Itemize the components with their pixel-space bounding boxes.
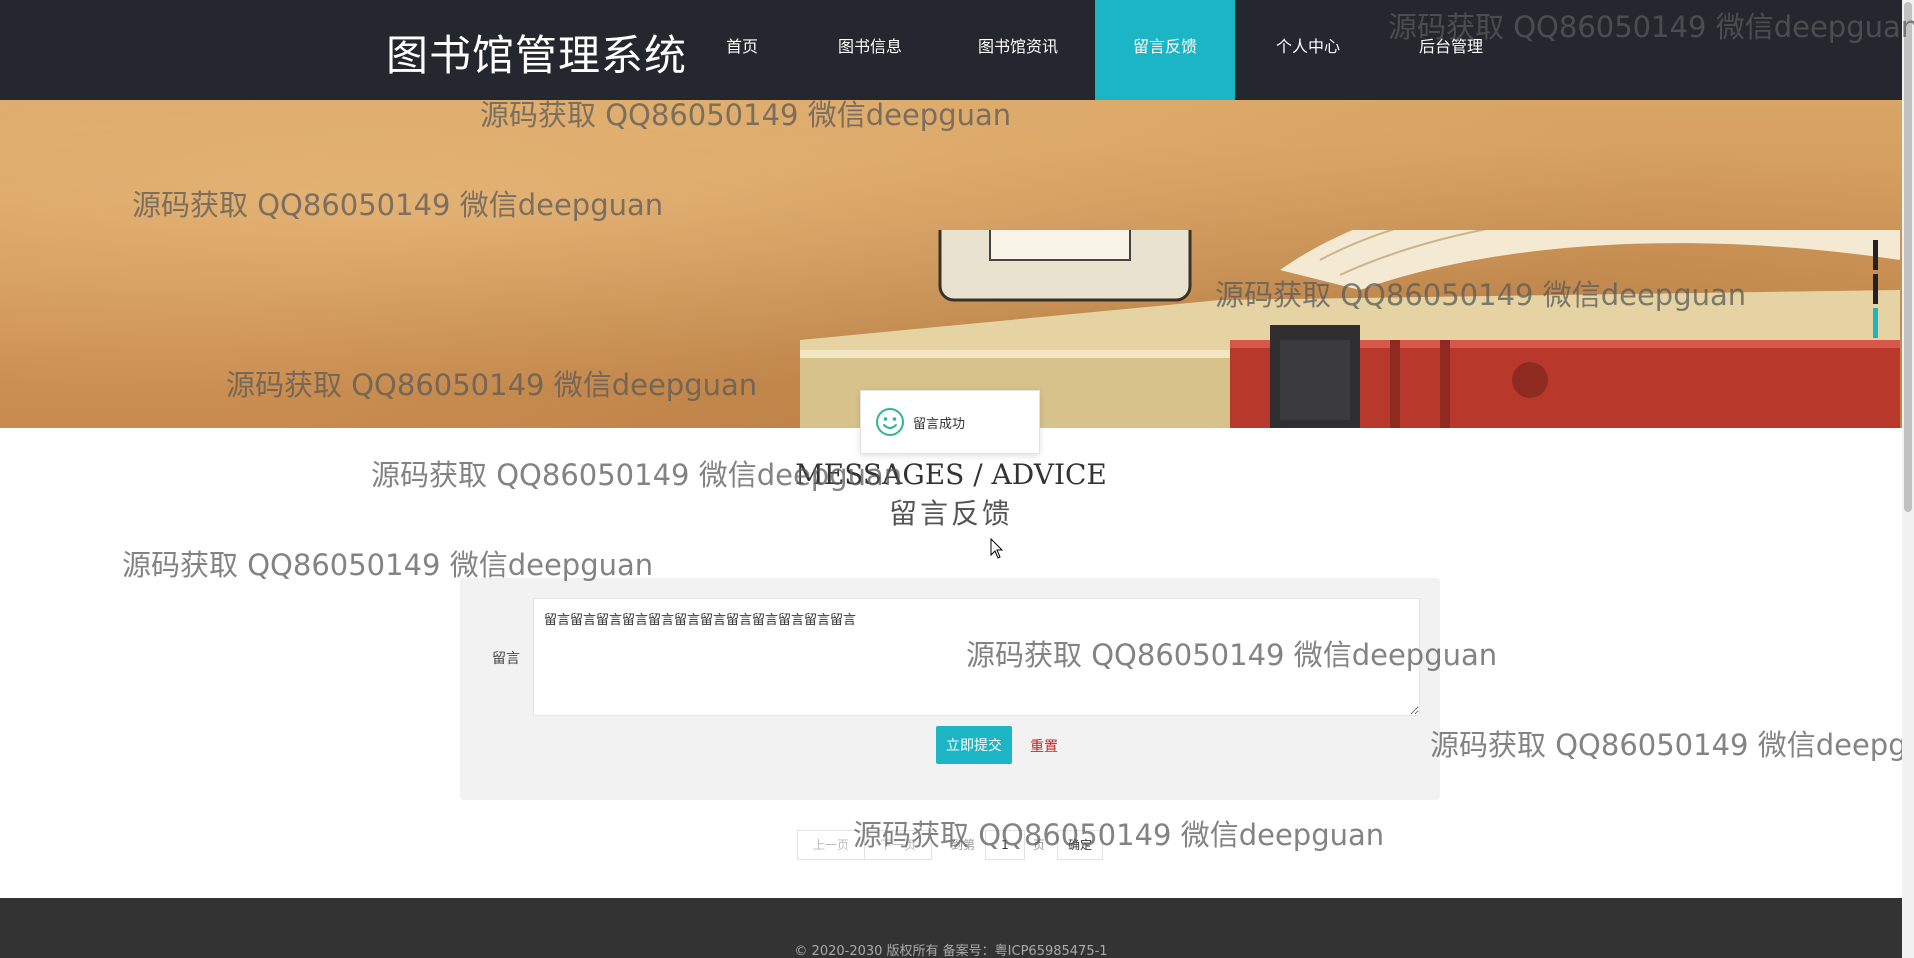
next-page-button[interactable]: 下一页 (864, 830, 932, 860)
success-toast: 留言成功 (860, 390, 1040, 454)
reset-button[interactable]: 重置 (1030, 736, 1058, 756)
nav-item-home[interactable]: 首页 (706, 0, 778, 100)
goto-label: 到第 (951, 838, 976, 852)
pagination: 上一页 下一页 到第 1 页 确定 (797, 830, 1107, 860)
section-title-en: MESSAGES / ADVICE (795, 458, 1107, 491)
nav-item-admin[interactable]: 后台管理 (1405, 0, 1497, 100)
toast-message: 留言成功 (913, 416, 966, 432)
hero-banner (0, 100, 1902, 428)
nav-item-profile[interactable]: 个人中心 (1262, 0, 1354, 100)
nav-item-feedback[interactable]: 留言反馈 (1095, 0, 1235, 100)
slide-dot[interactable] (1873, 274, 1878, 304)
message-textarea[interactable] (533, 598, 1420, 716)
submit-button[interactable]: 立即提交 (936, 726, 1012, 764)
banner-slide-indicators (1873, 240, 1878, 342)
page-confirm-button[interactable]: 确定 (1057, 830, 1103, 860)
section-title-cn: 留言反馈 (888, 497, 1013, 530)
site-logo[interactable]: 图书馆管理系统 (386, 22, 687, 83)
page-scrollbar[interactable] (1902, 0, 1914, 958)
nav-item-library-news[interactable]: 图书馆资讯 (960, 0, 1076, 100)
page-number-input[interactable]: 1 (985, 830, 1025, 860)
smile-icon (876, 408, 904, 436)
scrollbar-thumb[interactable] (1904, 2, 1912, 512)
prev-page-button[interactable]: 上一页 (797, 830, 865, 860)
slide-dot[interactable] (1873, 240, 1878, 270)
page-suffix-label: 页 (1033, 838, 1046, 852)
mouse-cursor-icon (990, 538, 1004, 559)
footer: © 2020-2030 版权所有 备案号：粤ICP65985475-1 (0, 898, 1902, 958)
message-label: 留言 (492, 651, 520, 667)
slide-dot-active[interactable] (1873, 308, 1878, 338)
message-form: 留言 立即提交 重置 (460, 578, 1440, 800)
nav-item-book-info[interactable]: 图书信息 (820, 0, 920, 100)
top-nav: 图书馆管理系统 首页 图书信息 图书馆资讯 留言反馈 个人中心 后台管理 (0, 0, 1902, 100)
footer-copyright: © 2020-2030 版权所有 备案号：粤ICP65985475-1 (794, 944, 1108, 958)
watermark-text: 源码获取 QQ86050149 微信deepguan (1430, 728, 1902, 762)
